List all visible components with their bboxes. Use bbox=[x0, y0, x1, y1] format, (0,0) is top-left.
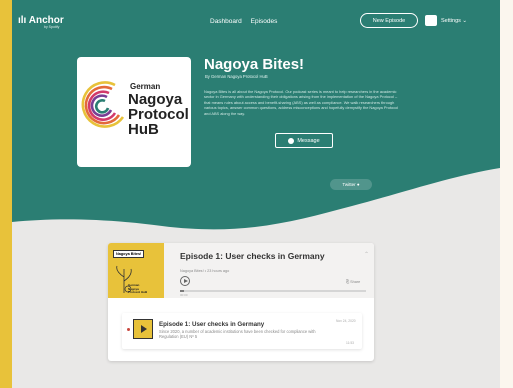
player-episode-title: Episode 1: User checks in Germany bbox=[180, 251, 325, 261]
logo-subtext: by Spotify bbox=[44, 25, 60, 29]
cover-line-protocol: Protocol bbox=[128, 106, 189, 123]
episode-title: Episode 1: User checks in Germany bbox=[159, 321, 265, 328]
elapsed-time: 00:00 bbox=[180, 292, 188, 297]
share-label: Share bbox=[350, 280, 361, 284]
left-yellow-border bbox=[0, 0, 12, 388]
hero-banner: ılı Anchor by Spotify Dashboard Episodes… bbox=[12, 0, 500, 236]
nav-dashboard-link[interactable]: Dashboard bbox=[210, 18, 242, 25]
nav-links: Dashboard Episodes bbox=[210, 18, 284, 25]
anchor-logo[interactable]: ılı Anchor by Spotify bbox=[18, 15, 64, 29]
show-title: Nagoya Bites! bbox=[204, 56, 305, 73]
episode-thumbnail: Nagoya Bites! German Nagoya Protocol HuB bbox=[108, 243, 164, 298]
episode-description: Since 2020, a number of academic institu… bbox=[159, 329, 316, 340]
message-button[interactable]: Message bbox=[275, 133, 333, 148]
thumbnail-logo-text: German Nagoya Protocol HuB bbox=[128, 283, 148, 295]
show-author: By German Nagoya Protocol HuB bbox=[205, 74, 268, 79]
thumb-logo-line3: Protocol HuB bbox=[128, 290, 148, 294]
share-button[interactable]: ⎘ Share bbox=[346, 280, 360, 284]
player-meta: Nagoya Bites! • 23 hours ago bbox=[180, 269, 230, 273]
spiral-logo-icon bbox=[81, 81, 125, 128]
episode-duration: 11:53 bbox=[346, 341, 355, 345]
nav-episodes-link[interactable]: Episodes bbox=[251, 18, 278, 25]
episode-date: Nov 24, 2020 bbox=[336, 319, 356, 323]
show-description: Nagoya Bites is all about the Nagoya Pro… bbox=[204, 89, 399, 116]
anchor-app: ılı Anchor by Spotify Dashboard Episodes… bbox=[12, 0, 500, 388]
cover-line-title: Nagoya Protocol HuB bbox=[128, 92, 189, 137]
settings-menu[interactable]: Settings ⌄ bbox=[441, 18, 467, 24]
episode-card: Nagoya Bites! German Nagoya Protocol HuB… bbox=[108, 243, 374, 361]
list-item[interactable]: Episode 1: User checks in Germany Since … bbox=[122, 313, 362, 349]
new-episode-button[interactable]: New Episode bbox=[360, 13, 418, 28]
message-label: Message bbox=[297, 138, 320, 144]
player-header: Nagoya Bites! German Nagoya Protocol HuB… bbox=[108, 243, 374, 298]
collapse-chevron-icon[interactable]: ⌃ bbox=[364, 251, 369, 258]
new-indicator bbox=[127, 328, 130, 331]
twitter-label: Twitter bbox=[342, 182, 356, 187]
progress-bar[interactable] bbox=[180, 290, 366, 292]
progress-fill bbox=[180, 290, 184, 292]
cover-line-nagoya: Nagoya bbox=[128, 91, 183, 108]
right-margin bbox=[500, 0, 513, 388]
cover-line-hub: HuB bbox=[128, 121, 159, 138]
twitter-button[interactable]: Twitter ● bbox=[330, 179, 372, 190]
avatar[interactable] bbox=[425, 15, 437, 26]
episode-play-icon[interactable] bbox=[133, 319, 153, 339]
message-icon bbox=[288, 137, 295, 144]
cover-line-german: German bbox=[130, 82, 161, 91]
play-button[interactable] bbox=[180, 276, 190, 286]
top-nav: ılı Anchor by Spotify Dashboard Episodes… bbox=[12, 10, 500, 36]
podcast-cover-art: German Nagoya Protocol HuB bbox=[77, 57, 191, 167]
thumbnail-label: Nagoya Bites! bbox=[113, 250, 145, 258]
